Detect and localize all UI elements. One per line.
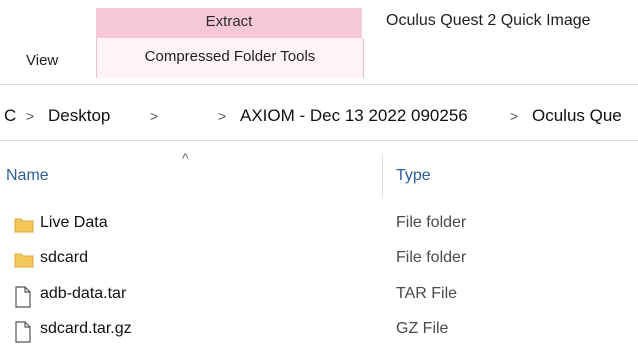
file-name[interactable]: Live Data <box>40 214 108 232</box>
file-name[interactable]: sdcard <box>40 249 88 267</box>
breadcrumb[interactable]: C > Desktop > > AXIOM - Dec 13 2022 0902… <box>0 92 638 138</box>
breadcrumb-separator-icon[interactable]: > <box>218 108 226 124</box>
breadcrumb-separator-icon[interactable]: > <box>26 108 34 124</box>
file-type: File folder <box>396 214 467 231</box>
address-divider <box>0 140 638 141</box>
sort-ascending-icon: ^ <box>182 150 189 166</box>
ribbon-divider <box>0 84 638 85</box>
breadcrumb-item-axiom[interactable]: AXIOM - Dec 13 2022 090256 <box>240 106 468 126</box>
file-type: TAR File <box>396 285 458 302</box>
file-icon <box>14 321 32 343</box>
list-item[interactable]: Live Data File folder <box>0 207 638 243</box>
list-item[interactable]: sdcard.tar.gz GZ File <box>0 313 638 349</box>
file-type: File folder <box>396 249 467 266</box>
breadcrumb-item-oculus[interactable]: Oculus Que <box>532 106 622 126</box>
breadcrumb-item-desktop[interactable]: Desktop <box>48 106 110 126</box>
tab-view[interactable]: View <box>26 52 58 69</box>
file-icon <box>14 286 32 308</box>
column-separator[interactable] <box>382 155 383 197</box>
tab-extract[interactable]: Extract <box>96 8 362 38</box>
file-name[interactable]: adb-data.tar <box>40 285 126 303</box>
window-title: Oculus Quest 2 Quick Image <box>386 12 591 29</box>
breadcrumb-separator-icon[interactable]: > <box>150 108 158 124</box>
column-header-name[interactable]: Name <box>6 167 49 185</box>
list-item[interactable]: sdcard File folder <box>0 242 638 278</box>
folder-icon <box>14 250 34 270</box>
file-name[interactable]: sdcard.tar.gz <box>40 320 132 338</box>
column-header-type[interactable]: Type <box>396 167 431 185</box>
tab-compressed-folder-tools[interactable]: Compressed Folder Tools <box>96 38 364 78</box>
list-item[interactable]: adb-data.tar TAR File <box>0 278 638 314</box>
folder-icon <box>14 215 34 235</box>
breadcrumb-item-c[interactable]: C <box>4 106 16 126</box>
breadcrumb-separator-icon[interactable]: > <box>510 108 518 124</box>
file-type: GZ File <box>396 320 449 337</box>
